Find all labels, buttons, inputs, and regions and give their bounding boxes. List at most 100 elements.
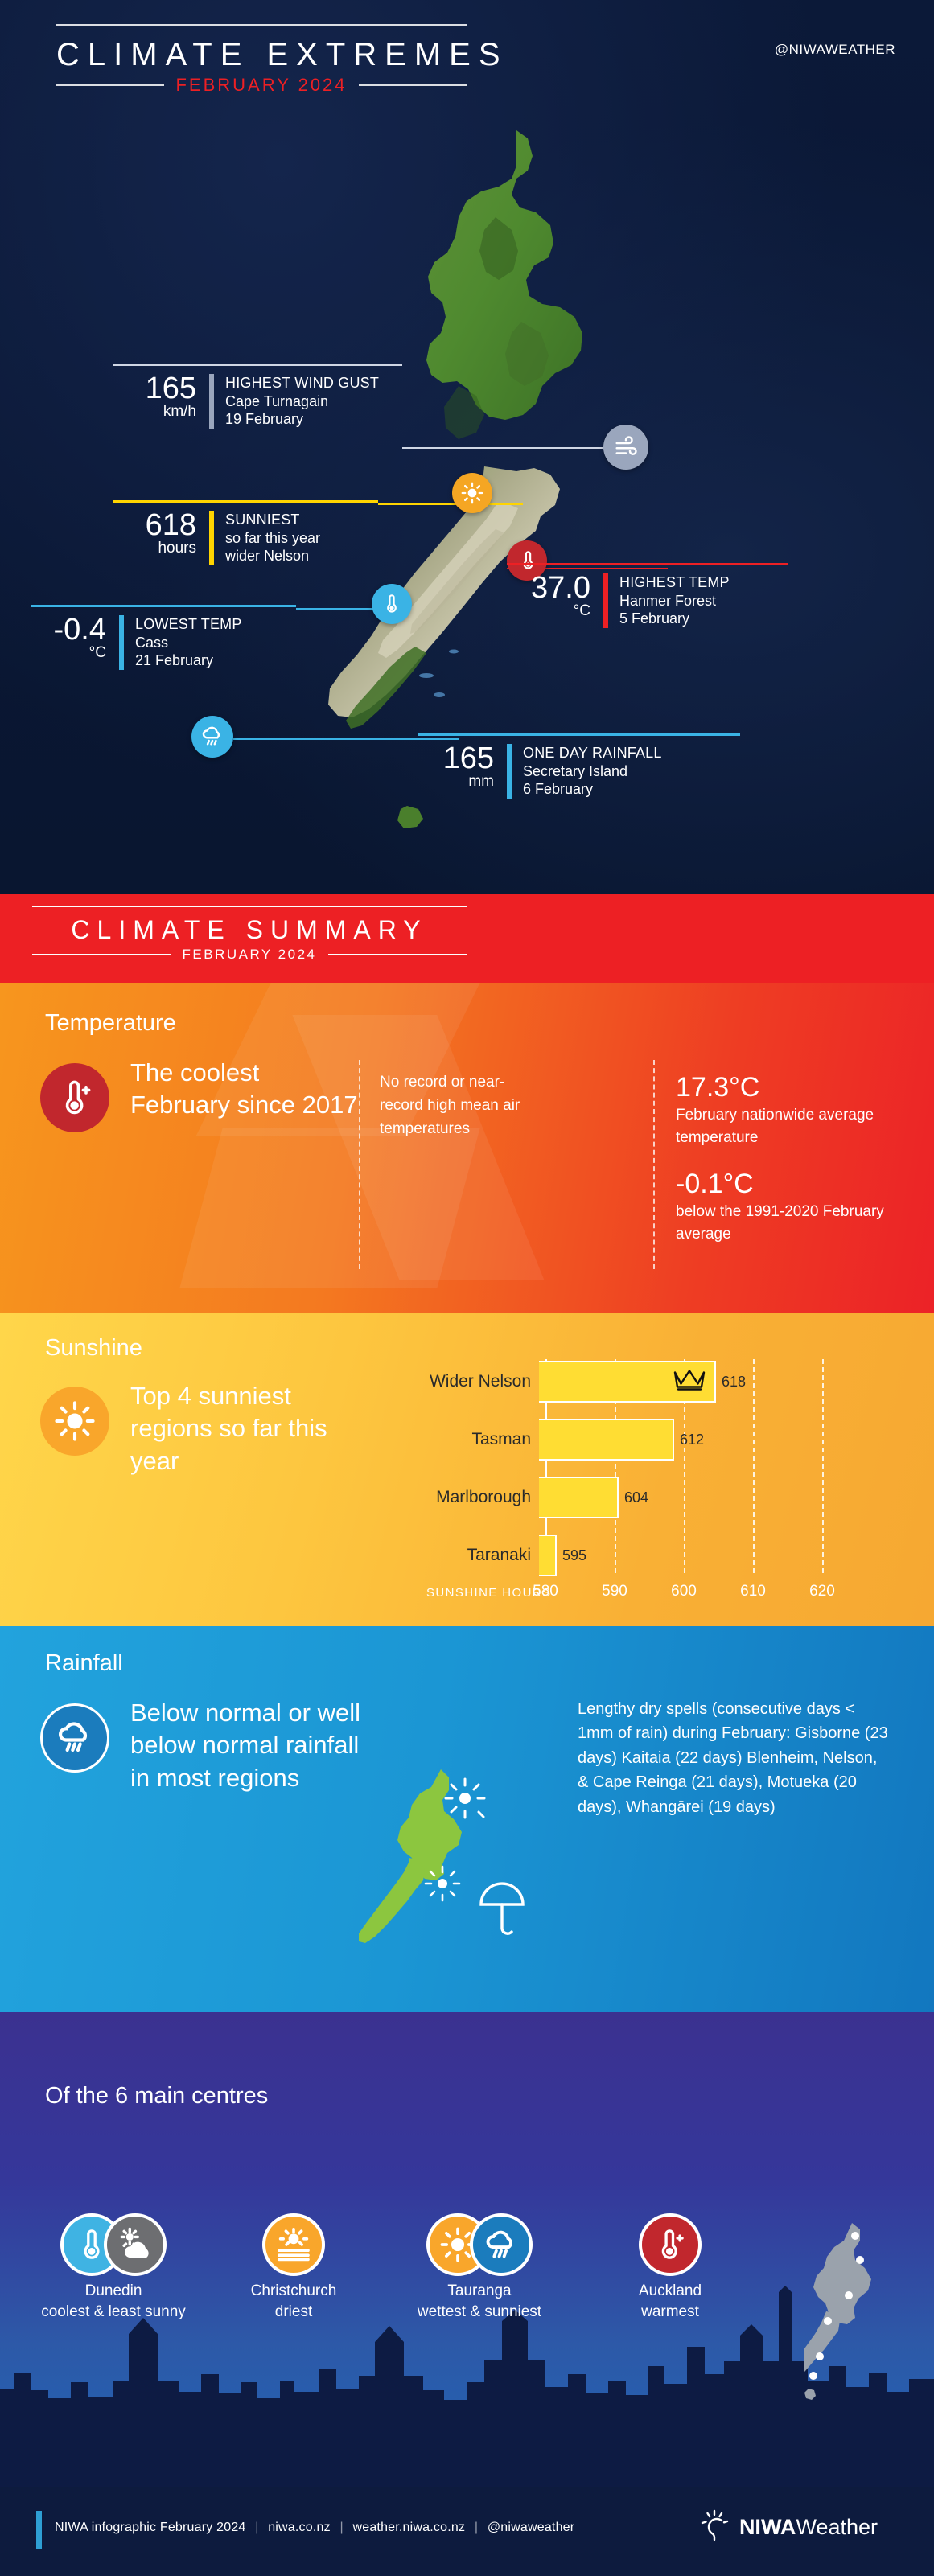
rain-cloud-icon [470,2213,533,2276]
chart-data-label: 618 [722,1373,747,1390]
callout-accent-bar [603,573,608,628]
callout-place: Cape Turnagain [225,392,329,409]
centre-name: Auckland warmest [595,2281,745,2322]
temperature-headline: The coolest February since 2017 [130,1058,358,1120]
footer-handle[interactable]: @niwaweather [488,2521,574,2534]
footer-credits: NIWA infographic February 2024 | niwa.co… [55,2521,574,2535]
callout-accent-bar [507,744,512,799]
callout-unit: °C [88,644,106,662]
sun-icon [40,1387,109,1456]
logo-light: Weather [796,2514,878,2539]
wind-gust-marker-icon [603,425,648,470]
temperature-stat2-text: below the 1991-2020 February average [676,1202,884,1243]
page-title: CLIMATE EXTREMES [56,37,508,72]
section-title-rainfall: Rainfall [45,1650,123,1676]
climate-extremes-section: CLIMATE EXTREMES FEBRUARY 2024 @NIWAWEAT… [0,0,934,894]
thermometer-hot-icon [639,2213,702,2276]
centre-name: Christchurch driest [219,2281,368,2322]
callout-accent-bar [209,511,214,565]
callout-accent-bar [209,374,214,429]
footer-link-weather[interactable]: weather.niwa.co.nz [352,2521,465,2534]
divider-1 [359,1060,360,1269]
callout-value: 165 [145,372,196,405]
callout-label: ONE DAY RAINFALL [523,745,662,761]
temperature-stat1-value: 17.3°C [676,1072,760,1103]
summary-subtitle: FEBRUARY 2024 [182,947,317,962]
callout-label: HIGHEST TEMP [619,574,730,590]
main-centres-section: Of the 6 main centres Dunedin coolest & … [0,2012,934,2487]
chart-bar [539,1477,619,1518]
lowest-temp-marker-icon [372,584,412,624]
leader-line-sun [378,503,523,505]
divider-2 [653,1060,655,1269]
section-title-sunshine: Sunshine [45,1335,142,1361]
callout-accent-bar [119,615,124,670]
callout-unit: km/h [163,403,196,421]
callout-one-day-rainfall: 165 mm ONE DAY RAINFALL Secretary Island… [418,733,740,799]
callout-label: LOWEST TEMP [135,616,242,632]
chart-category-label: Tasman [471,1430,531,1448]
callout-unit: °C [573,602,590,620]
callout-date: 6 February [523,781,594,797]
centre-christchurch: Christchurch driest [219,2213,368,2322]
callout-value: -0.4 [53,613,106,647]
temperature-note: No record or near-record high mean air t… [380,1074,520,1137]
callout-label: SUNNIEST [225,512,300,528]
chart-category-label: Wider Nelson [429,1372,531,1391]
centre-desc-text: coolest & least sunny [41,2303,186,2320]
centres-nz-map [788,2218,900,2403]
callout-lowest-temp: -0.4 °C LOWEST TEMP Cass 21 February [31,605,296,670]
footer: NIWA infographic February 2024 | niwa.co… [0,2487,934,2576]
rainfall-marker-icon [191,716,233,758]
callout-place: Secretary Island [523,762,628,779]
chart-xtick: 600 [671,1583,697,1600]
callout-value: 618 [145,508,196,542]
callout-date: wider Nelson [225,548,310,564]
centre-desc-text: warmest [641,2303,699,2320]
callout-date: 19 February [225,411,304,427]
extremes-header: CLIMATE EXTREMES FEBRUARY 2024 [56,24,508,96]
chart-bar [539,1535,557,1576]
centre-auckland: Auckland warmest [595,2213,745,2322]
summary-title: CLIMATE SUMMARY [71,915,428,944]
sunshine-section: Sunshine Top 4 sunniest regions so far t… [0,1313,934,1626]
leader-line-wind [402,447,636,449]
cloudy-icon [104,2213,167,2276]
chart-category-label: Taranaki [467,1546,531,1564]
callout-wind-gust: 165 km/h HIGHEST WIND GUST Cape Turnagai… [113,364,402,429]
sunshine-headline: Top 4 sunniest regions so far this year [130,1382,327,1475]
chart-xtick: 620 [809,1583,835,1600]
niwa-logo-icon [701,2509,729,2541]
chart-data-label: 604 [624,1489,649,1506]
chart-bar [539,1361,716,1403]
footer-separator: | [339,2521,344,2534]
footer-link-niwa[interactable]: niwa.co.nz [268,2521,331,2534]
centre-desc-text: wettest & sunniest [417,2303,542,2320]
niwa-weather-logo: NIWAWeather [697,2508,878,2546]
sunshine-bar-chart: Wider Nelson 618 Tasman 612 Marlborough … [426,1341,893,1607]
rainfall-headline: Below normal or well below normal rainfa… [130,1699,360,1792]
rain-cloud-icon [40,1703,109,1773]
header-rule-right [358,84,467,86]
centre-tauranga: Tauranga wettest & sunniest [399,2213,560,2322]
crown-icon [673,1368,706,1396]
callout-value: 165 [442,742,494,775]
chart-xtick: 580 [533,1583,558,1600]
callout-value: 37.0 [531,571,590,605]
chart-category-label: Marlborough [436,1488,531,1506]
social-handle: @NIWAWEATHER [774,42,895,57]
callout-place: Cass [135,634,169,651]
section-title-temperature: Temperature [45,1010,176,1036]
summary-rule-right [327,954,467,955]
callout-highest-temp: 37.0 °C HIGHEST TEMP Hanmer Forest 5 Feb… [507,563,788,628]
chart-bar [539,1419,674,1461]
centres-list: Dunedin coolest & least sunny Christchur… [0,2213,934,2447]
centre-name-text: Tauranga [447,2282,512,2299]
chart-xtick: 610 [740,1583,766,1600]
centre-desc-text: driest [274,2303,313,2320]
thermometer-hot-icon [40,1063,109,1132]
chart-bar-row: Wider Nelson 618 [426,1359,893,1404]
footer-separator: | [474,2521,479,2534]
summary-rule-left [32,954,171,955]
footer-accent-bar [36,2511,42,2549]
